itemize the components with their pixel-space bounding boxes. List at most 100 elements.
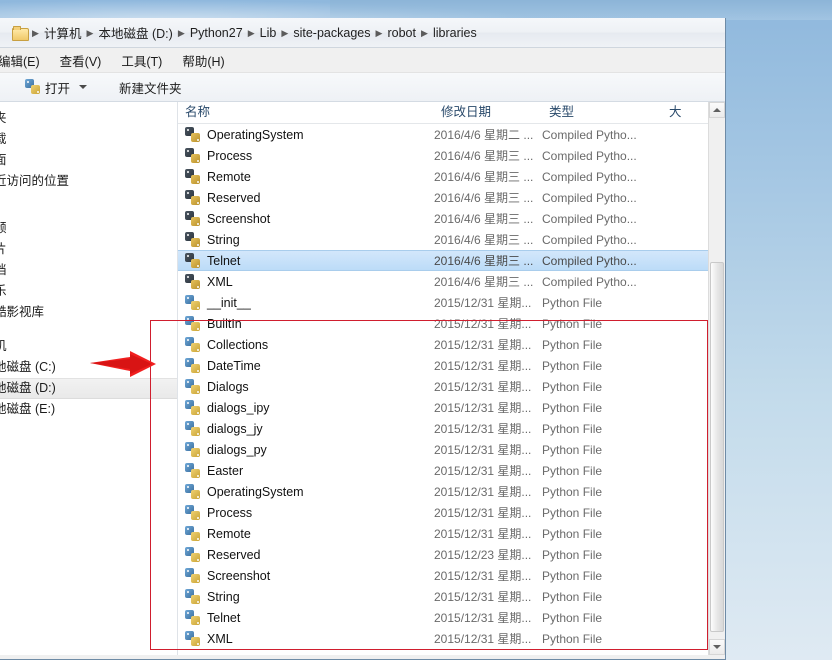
table-row[interactable]: DateTime 2015/12/31 星期... Python File <box>178 355 725 376</box>
breadcrumb-item-site-packages[interactable]: site-packages <box>290 25 373 41</box>
table-row[interactable]: Reserved 2016/4/6 星期三 ... Compiled Pytho..… <box>178 187 725 208</box>
file-name-cell: Dialogs <box>178 378 434 395</box>
explorer-window: ▶ 计算机 ▶ 本地磁盘 (D:) ▶ Python27 ▶ Lib ▶ sit… <box>0 18 726 660</box>
file-name-label: OperatingSystem <box>207 127 304 142</box>
python-file-icon <box>185 588 201 605</box>
breadcrumb-item-drive-d[interactable]: 本地磁盘 (D:) <box>96 22 176 43</box>
sidebar-item-kuyun-library[interactable]: 酷影视库 <box>0 302 177 323</box>
sidebar-item-music[interactable]: 乐 <box>0 281 177 302</box>
table-row[interactable]: Remote 2015/12/31 星期... Python File <box>178 523 725 544</box>
file-name-cell: Process <box>178 504 434 521</box>
table-row[interactable]: Screenshot 2015/12/31 星期... Python File <box>178 565 725 586</box>
menu-item-edit[interactable]: 编辑(E) <box>0 48 50 73</box>
sidebar-item-pictures[interactable]: 片 <box>0 239 177 260</box>
python-file-icon <box>185 336 201 353</box>
breadcrumb-item-libraries[interactable]: libraries <box>430 25 480 41</box>
table-row[interactable]: Dialogs 2015/12/31 星期... Python File <box>178 376 725 397</box>
column-header-type[interactable]: 类型 <box>542 102 662 123</box>
table-row[interactable]: String 2015/12/31 星期... Python File <box>178 586 725 607</box>
file-type-cell: Python File <box>542 421 603 436</box>
scroll-down-arrow-icon[interactable] <box>709 639 725 655</box>
table-row[interactable]: XML 2016/4/6 星期三 ... Compiled Pytho... <box>178 271 725 292</box>
scroll-up-arrow-icon[interactable] <box>709 102 725 118</box>
file-type-cell: Compiled Pytho... <box>542 274 637 289</box>
breadcrumb-item-python27[interactable]: Python27 <box>187 25 246 41</box>
compiled-python-file-icon <box>185 189 201 206</box>
breadcrumb-item-lib[interactable]: Lib <box>257 25 280 41</box>
table-row[interactable]: Process 2015/12/31 星期... Python File <box>178 502 725 523</box>
table-row[interactable]: __init__ 2015/12/31 星期... Python File <box>178 292 725 313</box>
file-name-cell: dialogs_ipy <box>178 399 434 416</box>
file-type-cell: Python File <box>542 589 603 604</box>
command-bar: 打开 新建文件夹 <box>0 73 725 102</box>
breadcrumb-separator: ▶ <box>375 27 383 38</box>
file-date-cell: 2016/4/6 星期三 ... <box>434 170 534 184</box>
file-name-label: __init__ <box>207 295 251 310</box>
sidebar-item-videos[interactable]: 频 <box>0 218 177 239</box>
file-type-cell: Python File <box>542 526 603 541</box>
sidebar-item-drive-d[interactable]: 地磁盘 (D:) <box>0 378 177 399</box>
breadcrumb-item-robot[interactable]: robot <box>384 25 419 41</box>
file-name-label: dialogs_ipy <box>207 400 270 415</box>
file-name-cell: Easter <box>178 462 434 479</box>
table-row[interactable]: Screenshot 2016/4/6 星期三 ... Compiled Pytho… <box>178 208 725 229</box>
table-row[interactable]: Reserved 2015/12/23 星期... Python File <box>178 544 725 565</box>
file-type-cell: Python File <box>542 568 603 583</box>
table-row[interactable]: dialogs_py 2015/12/31 星期... Python File <box>178 439 725 460</box>
sidebar-item-drive-e[interactable]: 地磁盘 (E:) <box>0 399 177 420</box>
breadcrumb-separator: ▶ <box>32 27 39 38</box>
table-row[interactable]: Collections 2015/12/31 星期... Python File <box>178 334 725 355</box>
table-row[interactable]: OperatingSystem 2015/12/31 星期... Python Fi… <box>178 481 725 502</box>
sidebar-item-favorites[interactable]: 夹 <box>0 108 177 129</box>
table-row[interactable]: Telnet 2015/12/31 星期... Python File <box>178 607 725 628</box>
table-row[interactable]: Telnet 2016/4/6 星期三 ... Compiled Pytho... <box>178 250 725 271</box>
table-row[interactable]: Easter 2015/12/31 星期... Python File <box>178 460 725 481</box>
sidebar-item-documents[interactable]: 档 <box>0 260 177 281</box>
table-row[interactable]: Remote 2016/4/6 星期三 ... Compiled Pytho... <box>178 166 725 187</box>
column-header-date[interactable]: 修改日期 <box>434 102 542 123</box>
file-date-cell: 2016/4/6 星期三 ... <box>434 254 534 268</box>
breadcrumb[interactable]: ▶ 计算机 ▶ 本地磁盘 (D:) ▶ Python27 ▶ Lib ▶ sit… <box>8 22 725 44</box>
python-file-icon <box>185 504 201 521</box>
sidebar-item-desktop[interactable]: 面 <box>0 150 177 171</box>
file-name-cell: dialogs_jy <box>178 420 434 437</box>
breadcrumb-separator: ▶ <box>421 27 428 38</box>
menu-item-tools[interactable]: 工具(T) <box>111 48 172 73</box>
table-row[interactable]: String 2016/4/6 星期三 ... Compiled Pytho... <box>178 229 725 250</box>
file-name-label: Collections <box>207 337 269 352</box>
scrollbar-thumb[interactable] <box>710 262 724 632</box>
file-date-cell: 2016/4/6 星期二 ... <box>434 128 534 142</box>
breadcrumb-separator: ▶ <box>86 27 94 38</box>
file-name-cell: Telnet <box>178 609 434 626</box>
file-name-label: String <box>207 232 240 247</box>
file-name-label: BuiltIn <box>207 316 242 331</box>
compiled-python-file-icon <box>185 273 201 290</box>
menu-item-view[interactable]: 查看(V) <box>50 48 112 73</box>
table-row[interactable]: BuiltIn 2015/12/31 星期... Python File <box>178 313 725 334</box>
sidebar-item-downloads[interactable]: 载 <box>0 129 177 150</box>
column-header-size[interactable]: 大 <box>662 102 692 123</box>
table-row[interactable]: XML 2015/12/31 星期... Python File <box>178 628 725 649</box>
new-folder-button[interactable]: 新建文件夹 <box>112 75 189 100</box>
file-date-cell: 2015/12/31 星期... <box>434 506 532 520</box>
folder-icon <box>12 25 29 41</box>
table-row[interactable]: dialogs_ipy 2015/12/31 星期... Python File <box>178 397 725 418</box>
sidebar-item-network[interactable] <box>0 433 177 454</box>
file-date-cell: 2015/12/31 星期... <box>434 296 532 310</box>
column-header-name[interactable]: 名称 <box>178 102 434 123</box>
address-bar: ▶ 计算机 ▶ 本地磁盘 (D:) ▶ Python27 ▶ Lib ▶ sit… <box>0 18 725 48</box>
chevron-down-icon[interactable] <box>79 85 88 89</box>
vertical-scrollbar[interactable] <box>708 102 725 655</box>
file-date-cell: 2015/12/31 星期... <box>434 443 532 457</box>
table-row[interactable]: OperatingSystem 2016/4/6 星期二 ... Compiled … <box>178 124 725 145</box>
breadcrumb-item-computer[interactable]: 计算机 <box>41 22 85 43</box>
open-button[interactable]: 打开 <box>18 75 94 100</box>
table-row[interactable]: Process 2016/4/6 星期三 ... Compiled Pytho... <box>178 145 725 166</box>
python-file-icon <box>185 609 201 626</box>
sidebar-item-recent-places[interactable]: 近访问的位置 <box>0 171 177 192</box>
table-row[interactable]: dialogs_jy 2015/12/31 星期... Python File <box>178 418 725 439</box>
menu-item-help[interactable]: 帮助(H) <box>172 48 234 73</box>
